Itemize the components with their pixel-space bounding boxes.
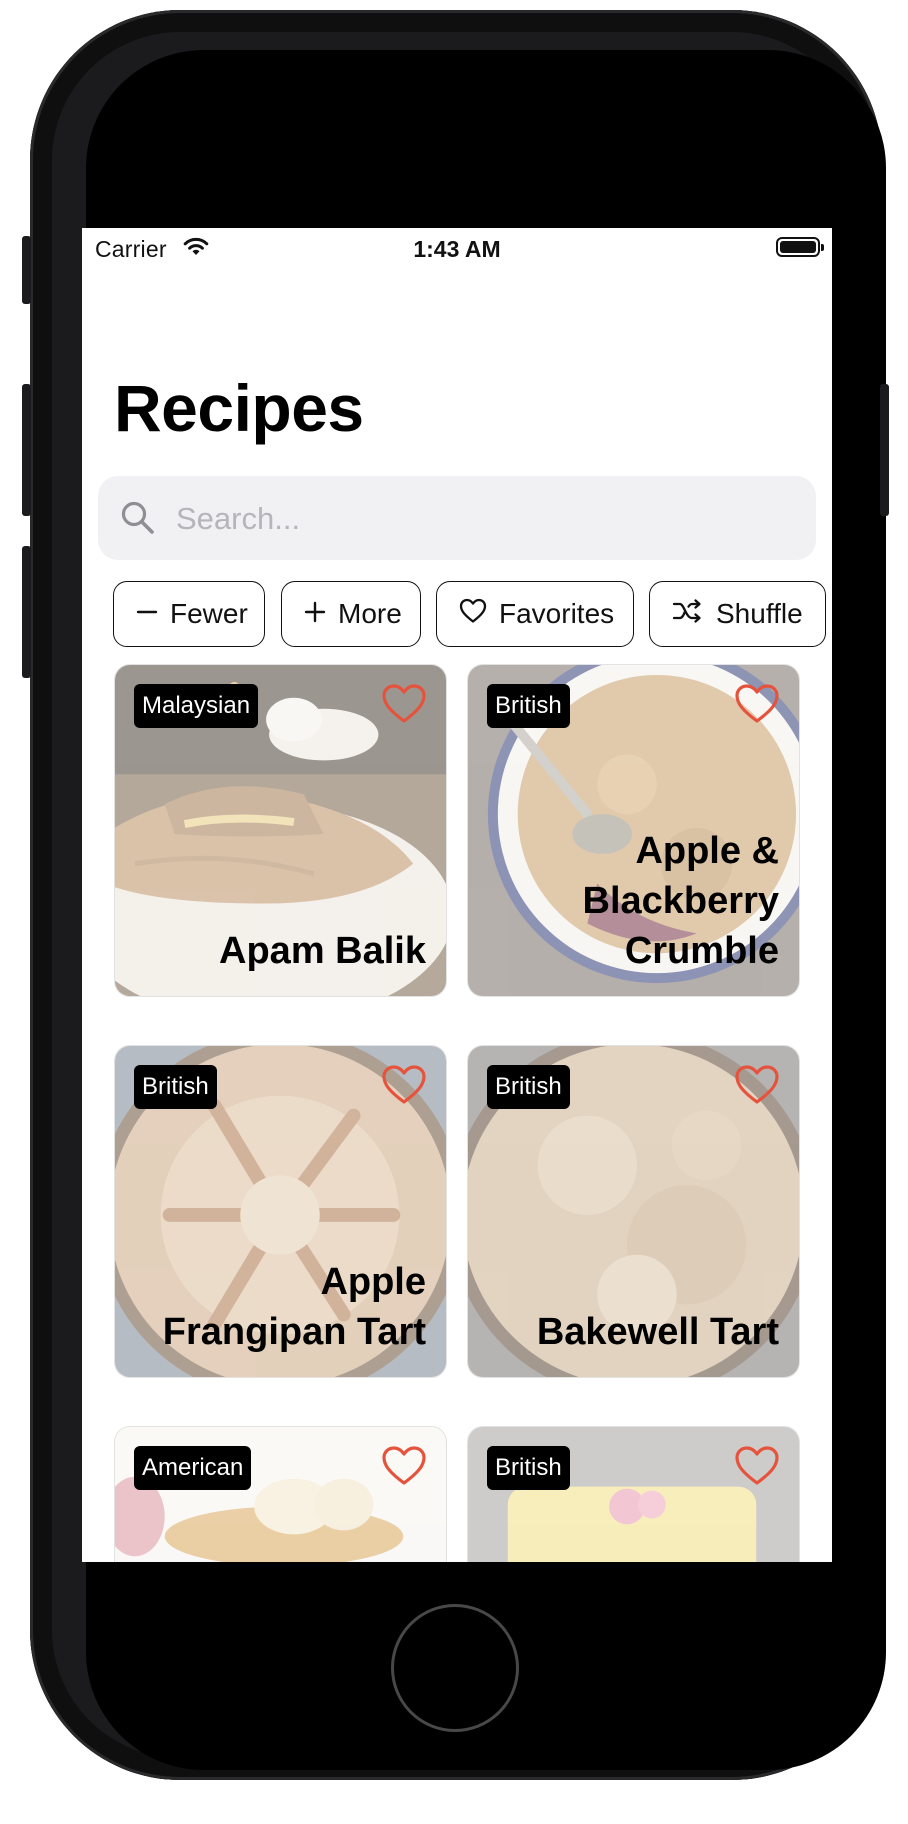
- recipe-card-apple-frangipan-tart[interactable]: British Apple Frangipan Tart: [114, 1045, 447, 1378]
- recipe-card-bakewell-tart[interactable]: British Bakewell Tart: [467, 1045, 800, 1378]
- minus-icon: [136, 598, 158, 630]
- search-input[interactable]: [174, 492, 788, 546]
- home-button[interactable]: [391, 1604, 519, 1732]
- recipe-title: Apple & Blackberry Crumble: [582, 830, 779, 972]
- battery-icon: [776, 237, 824, 257]
- search-bar[interactable]: [98, 476, 816, 560]
- silent-switch: [22, 236, 31, 304]
- favorite-heart-icon[interactable]: [734, 683, 780, 730]
- favorite-heart-icon[interactable]: [734, 1064, 780, 1111]
- fewer-button[interactable]: Fewer: [113, 581, 265, 647]
- favorites-button[interactable]: Favorites: [436, 581, 634, 647]
- recipe-title: Bakewell Tart: [536, 1311, 779, 1353]
- shuffle-icon: [672, 598, 704, 631]
- recipe-card-apam-balik[interactable]: Malaysian Apam Balik: [114, 664, 447, 997]
- search-icon: [120, 500, 156, 541]
- shuffle-button[interactable]: Shuffle: [649, 581, 826, 647]
- cuisine-badge: American: [134, 1446, 252, 1490]
- more-button[interactable]: More: [281, 581, 421, 647]
- fewer-label: Fewer: [170, 598, 248, 629]
- recipe-card-british[interactable]: British: [467, 1426, 800, 1562]
- recipe-card-american[interactable]: American: [114, 1426, 447, 1562]
- recipe-title: Apam Balik: [219, 930, 426, 972]
- heart-outline-icon: [459, 598, 487, 631]
- app-screen: Carrier 1:43 AM Recipes Fewer: [82, 228, 832, 1562]
- volume-down-button: [22, 546, 31, 678]
- power-button: [880, 384, 889, 516]
- favorite-heart-icon[interactable]: [381, 683, 427, 730]
- filter-bar: Fewer More Favorites Shuffle: [82, 581, 832, 649]
- favorites-label: Favorites: [499, 598, 615, 629]
- shuffle-label: Shuffle: [716, 598, 803, 629]
- favorite-heart-icon[interactable]: [381, 1445, 427, 1492]
- cuisine-badge: British: [487, 1065, 570, 1109]
- status-time: 1:43 AM: [413, 236, 501, 262]
- recipe-card-apple-blackberry-crumble[interactable]: British Apple & Blackberry Crumble: [467, 664, 800, 997]
- cuisine-badge: Malaysian: [134, 684, 259, 728]
- cuisine-badge: British: [134, 1065, 217, 1109]
- cuisine-badge: British: [487, 1446, 570, 1490]
- volume-up-button: [22, 384, 31, 516]
- favorite-heart-icon[interactable]: [734, 1445, 780, 1492]
- plus-icon: [304, 598, 326, 630]
- favorite-heart-icon[interactable]: [381, 1064, 427, 1111]
- cuisine-badge: British: [487, 684, 570, 728]
- more-label: More: [338, 598, 402, 629]
- status-bar: Carrier 1:43 AM: [82, 228, 832, 268]
- recipe-title: Apple Frangipan Tart: [162, 1261, 426, 1353]
- page-title: Recipes: [114, 371, 364, 445]
